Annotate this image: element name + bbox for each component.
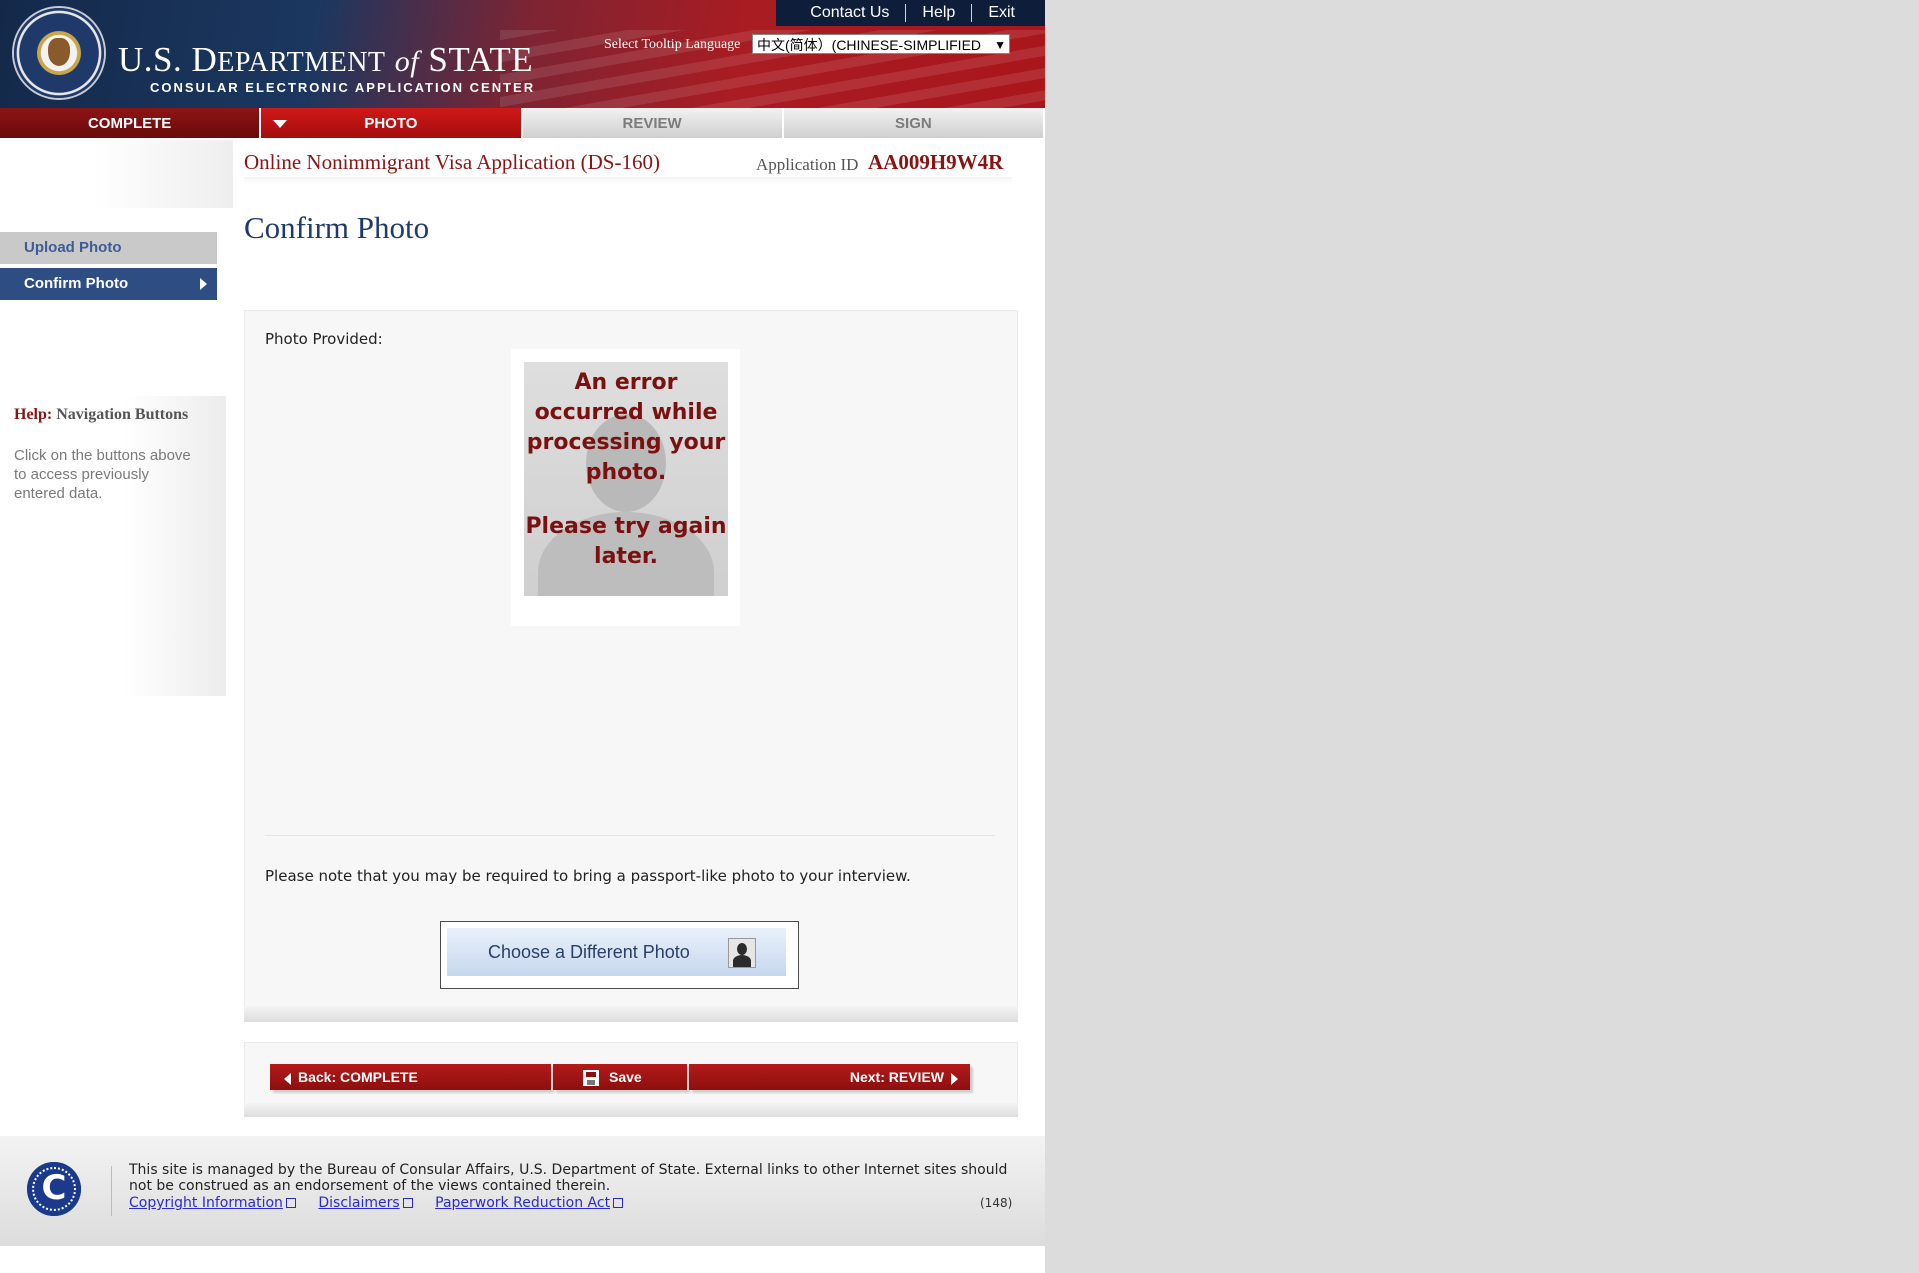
application-id-value: AA009H9W4R [868,150,1004,174]
chevron-right-icon [200,278,207,290]
page-title: Confirm Photo [244,210,430,245]
photo-provided-label: Photo Provided: [265,330,383,348]
sidebar-item-label: Confirm Photo [24,275,129,292]
back-button[interactable]: Back: COMPLETE [270,1064,551,1090]
chevron-right-icon [951,1073,958,1085]
sidebar-item-upload-photo[interactable]: Upload Photo [0,232,217,264]
photo-retry-message: Please try again later. [525,514,727,569]
help-link[interactable]: Help [905,4,971,22]
page-number: (148) [980,1196,1013,1210]
floppy-disk-icon [583,1070,599,1086]
external-link-icon [402,1198,413,1208]
tab-review: REVIEW [522,108,784,138]
tab-photo[interactable]: PHOTO [261,108,523,138]
choose-different-photo-button[interactable]: Choose a Different Photo [440,921,799,989]
tooltip-language-value: 中文(简体）(CHINESE-SIMPLIFIED [757,37,982,53]
chevron-left-icon [284,1073,291,1085]
footer-links: Copyright Information Disclaimers Paperw… [129,1195,641,1211]
copyright-information-link[interactable]: Copyright Information [129,1195,296,1211]
external-link-icon [613,1198,624,1208]
panel-shadow [244,1006,1018,1022]
footer-divider [111,1166,112,1216]
sidebar-fade [0,140,233,208]
exit-link[interactable]: Exit [971,4,1031,22]
page: U.S. DEPARTMENT of STATE CONSULAR ELECTR… [0,0,1045,1273]
title-divider [244,177,1012,185]
site-footer: C This site is managed by the Bureau of … [0,1136,1045,1246]
choose-different-photo-label: Choose a Different Photo [447,928,786,976]
help-box: Help: Navigation Buttons Click on the bu… [0,396,226,696]
photo-error-message: An error occurred while processing your … [526,370,726,485]
photo-preview: An error occurred while processing your … [524,362,728,596]
step-tabs: COMPLETE PHOTO REVIEW SIGN [0,108,1045,138]
tooltip-language-select[interactable]: 中文(简体）(CHINESE-SIMPLIFIED ▼ [752,34,1010,54]
department-name: U.S. DEPARTMENT of STATE [118,40,534,79]
application-id-label: Application ID [756,155,859,174]
site-header: U.S. DEPARTMENT of STATE CONSULAR ELECTR… [0,0,1045,108]
external-link-icon [285,1198,296,1208]
ceac-subtitle: CONSULAR ELECTRONIC APPLICATION CENTER [150,80,536,95]
top-links: Contact Us Help Exit [776,0,1045,26]
tab-complete[interactable]: COMPLETE [0,108,262,138]
dropdown-arrow-icon: ▼ [994,38,1006,52]
tooltip-language-label: Select Tooltip Language [604,37,741,52]
sidebar-item-confirm-photo[interactable]: Confirm Photo [0,268,217,300]
footer-disclaimer-text: This site is managed by the Bureau of Co… [129,1162,1008,1194]
disclaimers-link[interactable]: Disclaimers [318,1195,413,1211]
passport-photo-note: Please note that you may be required to … [265,867,911,885]
contact-us-link[interactable]: Contact Us [794,4,905,22]
caret-down-icon [273,120,288,128]
help-title: Help: Navigation Buttons [14,406,189,423]
help-text: Click on the buttons above to access pre… [14,447,191,502]
state-department-seal-icon [14,8,104,98]
consular-affairs-logo-icon: C [27,1162,81,1216]
panel-divider [265,835,995,836]
navigation-panel-shadow [244,1103,1018,1117]
person-photo-icon [728,938,756,968]
application-title: Online Nonimmigrant Visa Application (DS… [244,150,660,174]
save-button[interactable]: Save [553,1064,687,1090]
next-button[interactable]: Next: REVIEW [689,1064,970,1090]
paperwork-reduction-act-link[interactable]: Paperwork Reduction Act [435,1195,624,1211]
tab-sign: SIGN [783,108,1045,138]
